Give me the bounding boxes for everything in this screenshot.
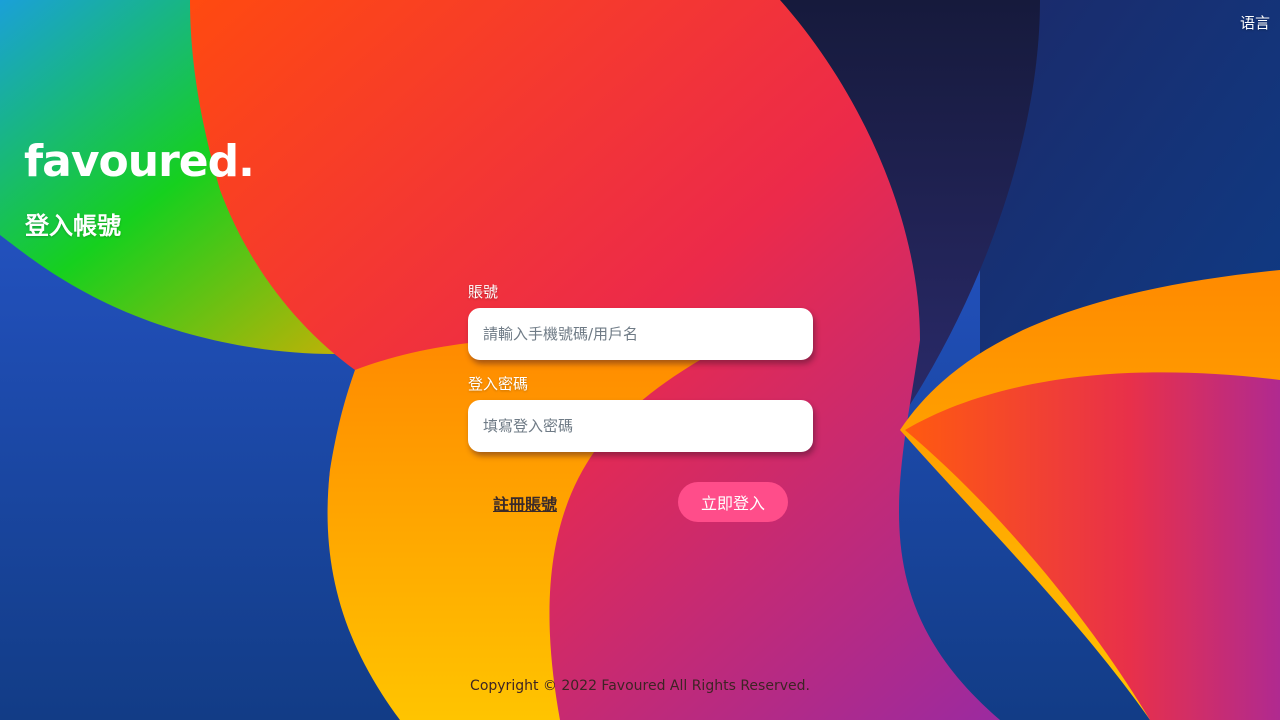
account-input[interactable] <box>468 308 813 360</box>
password-field-group: 登入密碼 <box>468 374 813 452</box>
password-input[interactable] <box>468 400 813 452</box>
language-switcher[interactable]: 语言 <box>1240 12 1270 33</box>
account-label: 賬號 <box>468 283 499 301</box>
password-label: 登入密碼 <box>468 375 529 393</box>
account-field-group: 賬號 <box>468 282 813 360</box>
brand-logo: favoured. <box>24 136 255 187</box>
copyright-text: Copyright © 2022 Favoured All Rights Res… <box>470 678 810 694</box>
page-title: 登入帳號 <box>25 212 121 240</box>
login-button[interactable]: 立即登入 <box>678 482 788 522</box>
form-actions: 註冊賬號 立即登入 <box>468 482 813 522</box>
register-link[interactable]: 註冊賬號 <box>493 491 557 515</box>
login-form: 賬號 登入密碼 <box>468 282 813 466</box>
